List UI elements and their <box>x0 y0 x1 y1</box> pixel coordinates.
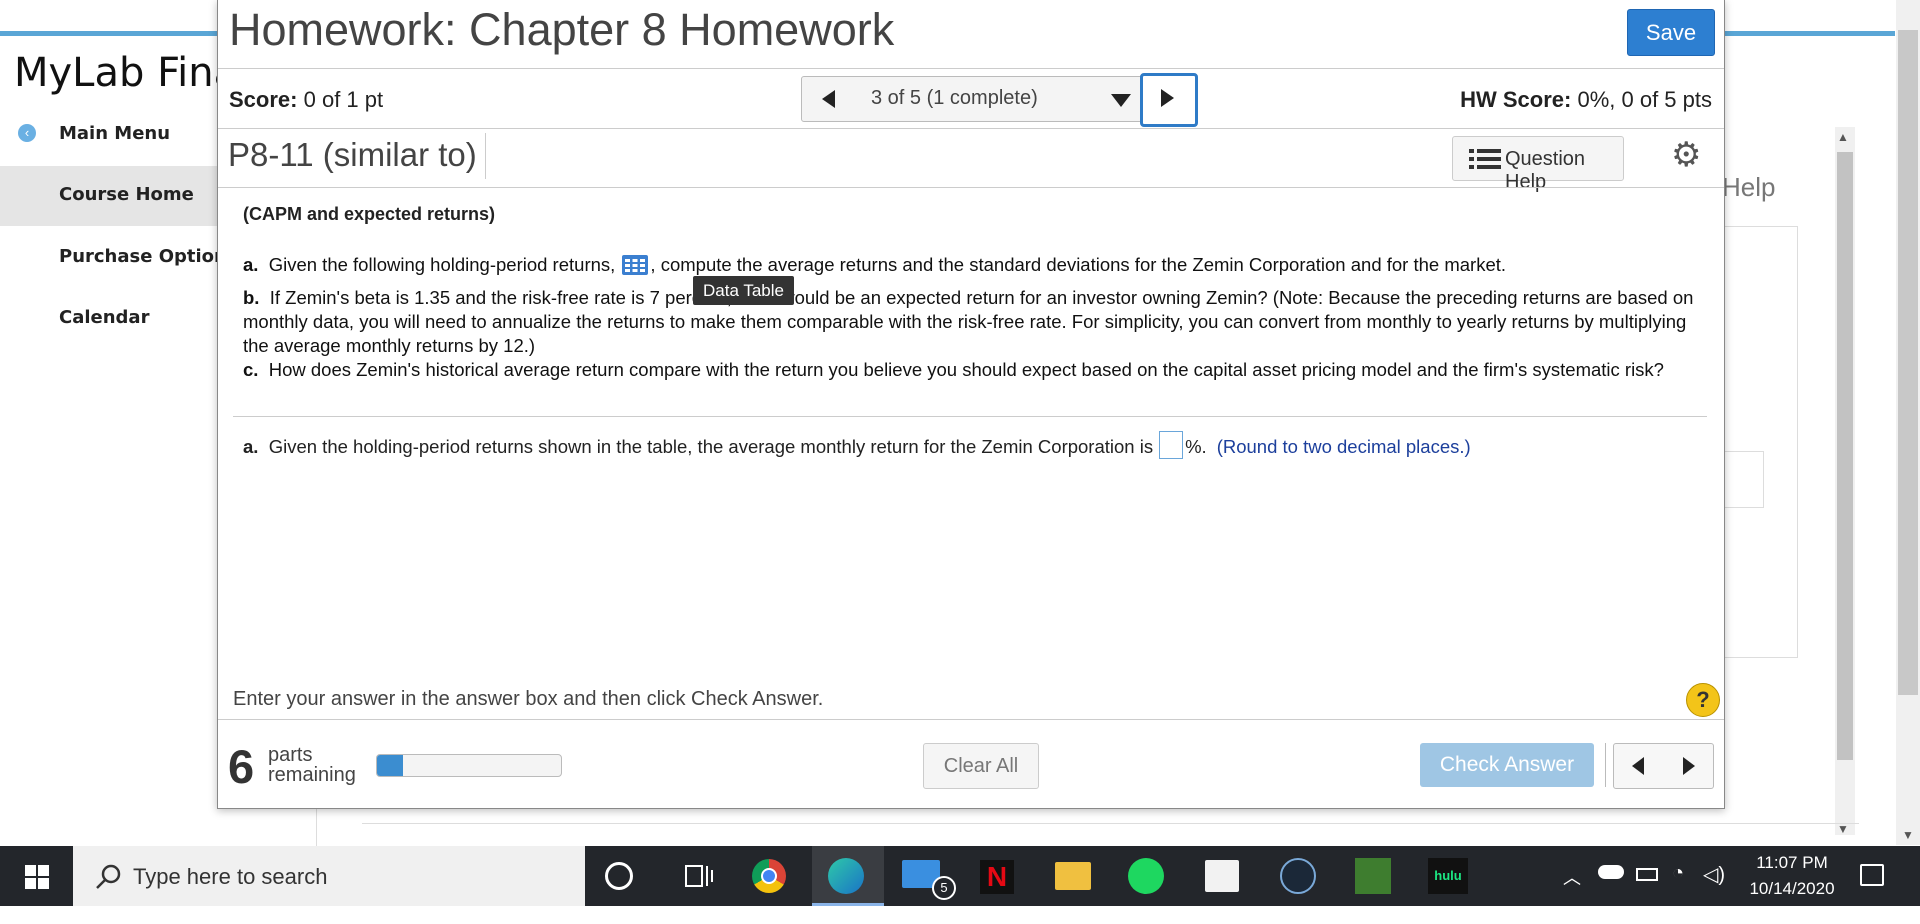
windows-start-icon[interactable] <box>0 846 72 906</box>
divider <box>218 68 1724 69</box>
divider <box>1605 743 1606 787</box>
spotify-icon[interactable] <box>1128 858 1164 894</box>
gear-icon[interactable]: ⚙ <box>1671 138 1701 172</box>
part-a-text-continued: , compute the average returns and the st… <box>650 254 1507 275</box>
data-table-tooltip: Data Table <box>693 276 794 305</box>
search-icon <box>96 864 121 889</box>
part-label: b. <box>243 287 260 308</box>
next-question-button[interactable] <box>1140 73 1198 127</box>
volume-icon[interactable]: ◁) <box>1703 862 1725 922</box>
scroll-up-icon[interactable]: ▲ <box>1837 130 1849 144</box>
sidebar-item-label: Main Menu <box>59 123 171 144</box>
arrow-right-icon <box>1683 757 1695 775</box>
hulu-icon[interactable]: hulu <box>1428 858 1468 894</box>
problem-part-c: c. How does Zemin's historical average r… <box>243 358 1703 382</box>
next-part-button[interactable] <box>1663 743 1714 789</box>
divider <box>485 133 486 179</box>
part-a-text: Given the following holding-period retur… <box>268 254 616 275</box>
hw-score-display: HW Score: 0%, 0 of 5 pts <box>1460 87 1712 113</box>
arrow-left-icon <box>822 90 835 108</box>
progress-bar <box>376 754 562 777</box>
question-id: P8-11 (similar to) <box>228 136 477 173</box>
score-value: 0 of 1 pt <box>303 87 384 112</box>
hw-score-label: HW Score: <box>1460 87 1572 112</box>
progress-bar-fill <box>377 755 403 776</box>
tray-chevron-up-icon[interactable]: ︿ <box>1563 864 1581 924</box>
arrow-right-icon <box>1161 89 1174 107</box>
wifi-icon[interactable]: ◔ <box>1672 862 1684 922</box>
data-table-icon[interactable] <box>622 255 649 275</box>
sidebar-item-label: Course Home <box>59 184 194 205</box>
steam-icon[interactable] <box>1280 858 1316 894</box>
taskbar-search-input[interactable]: Type here to search <box>73 846 585 906</box>
check-answer-button[interactable]: Check Answer <box>1420 743 1594 787</box>
part-label: a. <box>243 254 259 275</box>
search-placeholder: Type here to search <box>133 864 328 889</box>
netflix-icon[interactable]: N <box>980 860 1014 894</box>
previous-part-button[interactable] <box>1613 743 1665 789</box>
instruction-text: Enter your answer in the answer box and … <box>233 688 824 710</box>
cortana-icon[interactable] <box>605 862 633 890</box>
parts-remaining-label-line1: parts <box>268 744 313 766</box>
scroll-down-icon[interactable]: ▼ <box>1837 822 1849 836</box>
scroll-down-icon[interactable]: ▼ <box>1902 828 1914 842</box>
part-c-text: How does Zemin's historical average retu… <box>268 359 1664 380</box>
part-b-text: If Zemin's beta is 1.35 and the risk-fre… <box>243 287 1694 356</box>
parts-remaining-count: 6 <box>228 740 255 793</box>
footer-divider <box>362 823 1859 824</box>
question-position: 3 of 5 (1 complete) <box>871 87 1038 109</box>
help-icon[interactable]: ? <box>1686 683 1720 717</box>
score-display: Score: 0 of 1 pt <box>229 87 383 113</box>
previous-question-button[interactable] <box>801 76 855 122</box>
page-scrollbar-thumb[interactable] <box>1837 152 1853 760</box>
divider <box>218 187 1724 188</box>
store-icon[interactable] <box>1205 860 1239 892</box>
parts-remaining-label-line2: remaining <box>268 764 356 786</box>
hw-score-value: 0%, 0 of 5 pts <box>1577 87 1712 112</box>
question-help-button[interactable]: Question Help <box>1452 136 1624 193</box>
parts-remaining-label: parts remaining <box>268 745 378 785</box>
onedrive-icon[interactable] <box>1598 865 1624 879</box>
clock-date[interactable]: 10/14/2020 <box>1738 879 1846 899</box>
battery-icon[interactable] <box>1636 868 1658 881</box>
chrome-icon[interactable] <box>752 859 786 893</box>
answer-prompt: Given the holding-period returns shown i… <box>268 436 1154 457</box>
mail-badge: 5 <box>932 876 956 900</box>
divider <box>218 719 1724 720</box>
arrow-left-icon <box>1632 757 1644 775</box>
save-button[interactable]: Save <box>1627 9 1715 56</box>
answer-unit: %. <box>1185 436 1207 457</box>
list-icon <box>1469 149 1501 169</box>
answer-line: a. Given the holding-period returns show… <box>243 431 1471 459</box>
question-select[interactable]: 3 of 5 (1 complete) <box>853 76 1141 122</box>
homework-dialog: Homework: Chapter 8 Homework Save Score:… <box>217 0 1725 809</box>
rounding-hint: (Round to two decimal places.) <box>1216 436 1471 457</box>
clear-all-button[interactable]: Clear All <box>923 743 1039 789</box>
robinhood-icon[interactable] <box>1355 858 1391 894</box>
sidebar-item-label: Purchase Options <box>59 246 238 267</box>
problem-heading: (CAPM and expected returns) <box>243 204 496 224</box>
help-link[interactable]: Help <box>1722 172 1775 203</box>
background-panel <box>1714 226 1798 658</box>
taskbar: Type here to search 5 N hulu ︿ ◔ ◁) 11:0… <box>0 846 1920 906</box>
window-scrollbar-thumb[interactable] <box>1898 30 1918 695</box>
problem-part-b: b. If Zemin's beta is 1.35 and the risk-… <box>243 286 1703 358</box>
divider <box>218 128 1724 129</box>
problem-part-a: a. Given the following holding-period re… <box>243 253 1703 277</box>
brand-title: MyLab Fina <box>14 50 239 96</box>
edge-icon[interactable] <box>828 858 864 894</box>
answer-part-label: a. <box>243 436 259 457</box>
file-explorer-icon[interactable] <box>1055 862 1091 890</box>
notification-icon[interactable] <box>1860 864 1884 886</box>
sidebar-item-label: Calendar <box>59 307 150 328</box>
task-view-icon[interactable] <box>680 856 720 896</box>
caret-down-icon <box>1111 94 1131 107</box>
score-label: Score: <box>229 87 298 112</box>
page-title: Homework: Chapter 8 Homework <box>229 4 895 55</box>
divider <box>233 416 1707 417</box>
clock-time[interactable]: 11:07 PM <box>1744 853 1840 873</box>
answer-input[interactable] <box>1159 431 1184 459</box>
part-label: c. <box>243 359 259 380</box>
